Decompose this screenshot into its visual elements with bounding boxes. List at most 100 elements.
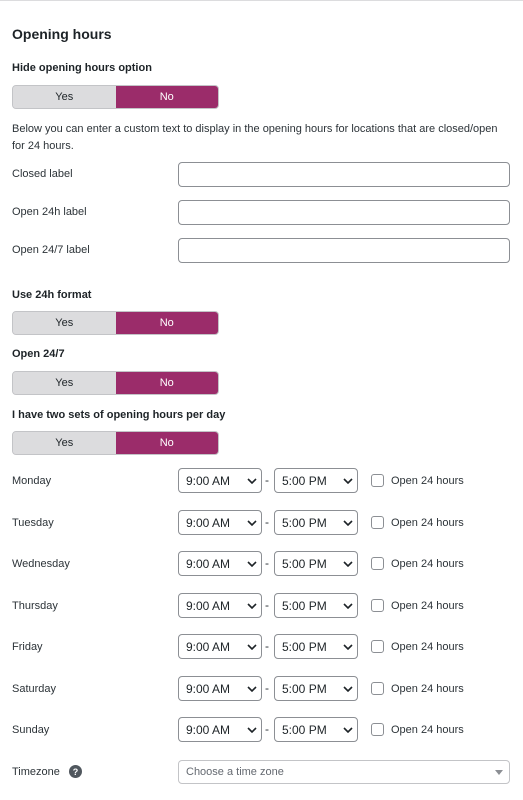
open24-checkbox[interactable] — [371, 723, 384, 736]
open24h-label-label: Open 24h label — [12, 206, 87, 218]
chevron-down-icon — [243, 552, 261, 575]
chevron-down-icon — [339, 635, 357, 658]
day-to-value: 5:00 PM — [282, 639, 327, 654]
closed-label-input[interactable] — [178, 162, 510, 187]
two-sets-yes[interactable]: Yes — [13, 432, 116, 454]
open247-label-input[interactable] — [178, 238, 510, 263]
section-title: Opening hours — [12, 26, 112, 42]
chevron-down-icon — [243, 677, 261, 700]
open24-checkbox-label: Open 24 hours — [391, 641, 464, 653]
open24-checkbox-label: Open 24 hours — [391, 724, 464, 736]
day-to-select[interactable]: 5:00 PM — [274, 634, 358, 659]
chevron-down-icon — [339, 469, 357, 492]
chevron-down-icon — [243, 594, 261, 617]
chevron-down-icon — [339, 718, 357, 741]
open24-checkbox-label: Open 24 hours — [391, 600, 464, 612]
day-from-select[interactable]: 9:00 AM — [178, 510, 262, 535]
hide-option-yes[interactable]: Yes — [13, 86, 116, 108]
caret-down-icon — [489, 769, 509, 775]
use24h-label: Use 24h format — [12, 289, 92, 301]
chevron-down-icon — [339, 677, 357, 700]
day-from-value: 9:00 AM — [186, 515, 231, 530]
open24-checkbox[interactable] — [371, 682, 384, 695]
open24-checkbox[interactable] — [371, 557, 384, 570]
day-to-value: 5:00 PM — [282, 473, 327, 488]
time-separator: - — [265, 681, 269, 695]
day-label: Friday — [12, 641, 43, 653]
open247-yes[interactable]: Yes — [13, 372, 116, 394]
hide-option-toggle: Yes No — [12, 85, 219, 109]
open247-no[interactable]: No — [115, 372, 218, 394]
chevron-down-icon — [243, 718, 261, 741]
open24-checkbox-label: Open 24 hours — [391, 475, 464, 487]
day-label: Wednesday — [12, 558, 70, 570]
day-to-select[interactable]: 5:00 PM — [274, 468, 358, 493]
two-sets-no[interactable]: No — [115, 432, 218, 454]
open247-label-label: Open 24/7 label — [12, 244, 90, 256]
day-label: Saturday — [12, 683, 57, 695]
open247-toggle: Yes No — [12, 371, 219, 395]
day-label: Tuesday — [12, 517, 54, 529]
chevron-down-icon — [339, 511, 357, 534]
day-from-value: 9:00 AM — [186, 722, 231, 737]
day-to-value: 5:00 PM — [282, 598, 327, 613]
open24-checkbox-label: Open 24 hours — [391, 517, 464, 529]
day-label: Thursday — [12, 600, 58, 612]
day-from-select[interactable]: 9:00 AM — [178, 551, 262, 576]
open24-checkbox-label: Open 24 hours — [391, 558, 464, 570]
time-separator: - — [265, 639, 269, 653]
open247-label: Open 24/7 — [12, 348, 65, 360]
time-separator: - — [265, 598, 269, 612]
day-from-value: 9:00 AM — [186, 598, 231, 613]
time-separator: - — [265, 473, 269, 487]
chevron-down-icon — [243, 511, 261, 534]
open24-checkbox[interactable] — [371, 640, 384, 653]
timezone-placeholder: Choose a time zone — [186, 766, 284, 778]
hide-option-label: Hide opening hours option — [12, 62, 152, 74]
chevron-down-icon — [243, 635, 261, 658]
day-to-select[interactable]: 5:00 PM — [274, 676, 358, 701]
open24h-label-input[interactable] — [178, 200, 510, 225]
day-from-select[interactable]: 9:00 AM — [178, 468, 262, 493]
hide-option-no[interactable]: No — [115, 86, 218, 108]
open24-checkbox-label: Open 24 hours — [391, 683, 464, 695]
two-sets-label: I have two sets of opening hours per day — [12, 409, 226, 421]
question-mark-icon[interactable]: ? — [69, 765, 82, 778]
day-from-value: 9:00 AM — [186, 556, 231, 571]
day-label: Monday — [12, 475, 52, 487]
day-from-value: 9:00 AM — [186, 473, 231, 488]
use24h-yes[interactable]: Yes — [13, 312, 116, 334]
day-from-value: 9:00 AM — [186, 639, 231, 654]
time-separator: - — [265, 722, 269, 736]
day-from-select[interactable]: 9:00 AM — [178, 634, 262, 659]
timezone-label: Timezone — [12, 766, 60, 778]
closed-label-label: Closed label — [12, 168, 73, 180]
open24-checkbox[interactable] — [371, 599, 384, 612]
day-to-value: 5:00 PM — [282, 515, 327, 530]
day-from-select[interactable]: 9:00 AM — [178, 717, 262, 742]
day-to-select[interactable]: 5:00 PM — [274, 551, 358, 576]
time-separator: - — [265, 556, 269, 570]
day-label: Sunday — [12, 724, 50, 736]
day-to-select[interactable]: 5:00 PM — [274, 717, 358, 742]
chevron-down-icon — [339, 552, 357, 575]
chevron-down-icon — [243, 469, 261, 492]
day-from-value: 9:00 AM — [186, 681, 231, 696]
two-sets-toggle: Yes No — [12, 431, 219, 455]
use24h-toggle: Yes No — [12, 311, 219, 335]
open24-checkbox[interactable] — [371, 474, 384, 487]
day-to-value: 5:00 PM — [282, 722, 327, 737]
top-divider — [0, 0, 523, 1]
time-separator: - — [265, 515, 269, 529]
chevron-down-icon — [339, 594, 357, 617]
open24-checkbox[interactable] — [371, 516, 384, 529]
day-from-select[interactable]: 9:00 AM — [178, 593, 262, 618]
day-to-value: 5:00 PM — [282, 556, 327, 571]
custom-text-description: Below you can enter a custom text to dis… — [12, 123, 498, 152]
timezone-select[interactable]: Choose a time zone — [178, 760, 510, 784]
day-to-value: 5:00 PM — [282, 681, 327, 696]
day-from-select[interactable]: 9:00 AM — [178, 676, 262, 701]
day-to-select[interactable]: 5:00 PM — [274, 593, 358, 618]
use24h-no[interactable]: No — [115, 312, 218, 334]
day-to-select[interactable]: 5:00 PM — [274, 510, 358, 535]
